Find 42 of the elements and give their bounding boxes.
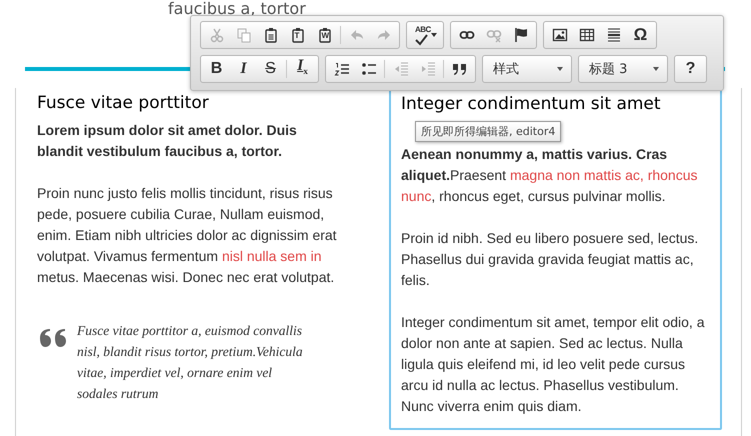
clipboard-icon bbox=[262, 27, 278, 43]
paragraph: Proin id nibh. Sed eu libero posuere sed, lectus. Phasellus dui gravida gravida feugiat mattis ac, felis. bbox=[401, 229, 700, 290]
quote-mark-icon bbox=[40, 329, 68, 347]
toolbar-button[interactable]: B bbox=[203, 57, 230, 81]
redo-icon bbox=[376, 27, 392, 43]
indent-icon bbox=[420, 61, 436, 77]
paragraph: Integer condimentum sit amet, tempor elit odio, a dolor non ante at sapien. Sed ac lectus. Nulla ligula quis eleifend mi, id leo velit pede cursus arcu id nulla ac lectus. Phasellus vestibulum. Nunc viverra enim quis diam. bbox=[401, 313, 706, 416]
flag-icon bbox=[512, 27, 528, 43]
unlink-icon bbox=[486, 27, 502, 43]
clipboard-icon bbox=[290, 27, 306, 43]
paragraph: Proin nunc justo felis mollis tincidunt, risus risus pede, posuere cubilia Curae, Nullam euismod, enim. Etiam nibh ultricies dolor ac dignissim erat volutpat. Vivamus fermentum nisl nulla sem in metus. Maecenas wisi. Donec nec erat volutpat. bbox=[37, 184, 338, 287]
toolbar-button[interactable]: ABC bbox=[409, 23, 441, 47]
heading: Fusce vitae porttitor bbox=[37, 92, 210, 114]
toolbar-button[interactable]: ? bbox=[677, 57, 704, 81]
paragraph: Aenean nonummy a, mattis varius. Cras aliquet.Praesent magna non mattis ac, rhoncus nunc, rhoncus eget, cursus pulvinar mollis. bbox=[401, 145, 698, 206]
bullet-list-icon bbox=[360, 61, 376, 77]
caret-icon bbox=[653, 67, 659, 71]
outdent-icon bbox=[392, 61, 408, 77]
paragraph: Lorem ipsum dolor sit amet dolor. Duis blandit vestibulum faucibus a, tortor. bbox=[37, 121, 298, 161]
toolbar-button[interactable]: T bbox=[284, 23, 311, 47]
editor-area[interactable] bbox=[389, 88, 722, 430]
image-icon bbox=[552, 27, 568, 43]
quote-icon bbox=[452, 61, 468, 77]
heading: Integer condimentum sit amet bbox=[401, 93, 662, 115]
caret-icon bbox=[431, 33, 437, 37]
table-icon bbox=[578, 27, 594, 43]
tooltip: 所见即所得编辑器, editor4 bbox=[415, 121, 562, 142]
toolbar-button[interactable]: I bbox=[230, 57, 257, 81]
page-title: faucibus a, tortor bbox=[168, 0, 306, 17]
numbered-list-icon bbox=[334, 61, 350, 77]
toolbar-button[interactable]: W bbox=[311, 23, 338, 47]
copy-icon bbox=[236, 27, 252, 43]
scissors-icon bbox=[208, 27, 224, 43]
toolbar-button[interactable]: Ω bbox=[627, 23, 654, 47]
clipboard-icon bbox=[316, 27, 332, 43]
caret-icon bbox=[557, 67, 563, 71]
toolbar-button[interactable]: I$_{x}$ bbox=[289, 57, 316, 81]
dropdown[interactable]: 样式 bbox=[482, 55, 572, 83]
dropdown[interactable]: 标题 3 bbox=[578, 55, 668, 83]
toolbar-button[interactable]: S bbox=[257, 57, 284, 81]
lines-icon bbox=[606, 27, 622, 43]
blockquote-text: Fusce vitae porttitor a, euismod convallis nisl, blandit risus tortor, pretium.Vehicula vitae, imperdiet vel, ornare enim vel sodales rutrum bbox=[77, 322, 304, 403]
